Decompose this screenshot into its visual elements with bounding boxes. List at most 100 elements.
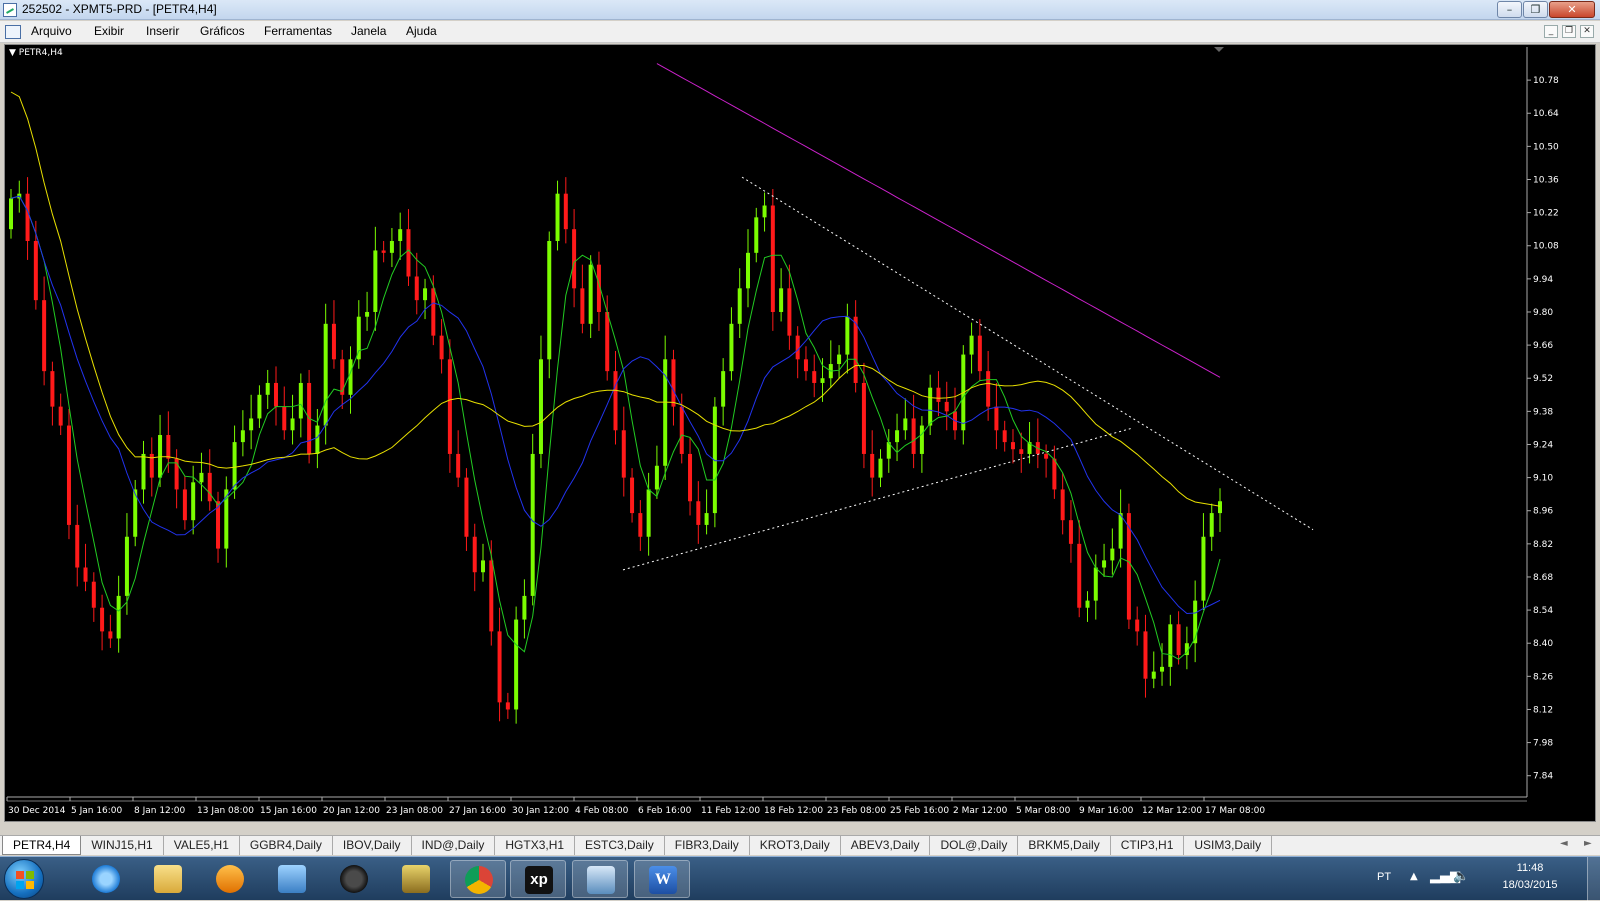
candle-body <box>1168 624 1173 667</box>
candle-body <box>273 382 278 407</box>
language-indicator[interactable]: PT <box>1377 871 1391 883</box>
candle-body <box>1085 600 1090 608</box>
price-tick-label: 9.80 <box>1533 308 1553 318</box>
chart-tab[interactable]: PETR4,H4 <box>2 836 82 855</box>
chart-tab[interactable]: VALE5,H1 <box>164 836 240 855</box>
chart-close-button[interactable]: ✕ <box>1580 25 1594 38</box>
menu-ajuda[interactable]: Ajuda <box>406 24 437 38</box>
taskbar-media-player[interactable] <box>202 860 258 898</box>
candle-body <box>514 619 519 710</box>
time-tick-label: 12 Mar 12:00 <box>1142 806 1202 816</box>
chart-tab[interactable]: ABEV3,Daily <box>841 836 931 855</box>
tab-scroll-left-icon[interactable]: ◄ <box>1560 838 1568 849</box>
candle-body <box>1010 442 1015 450</box>
taskbar-archive[interactable] <box>388 860 444 898</box>
candle-body <box>497 631 502 703</box>
chart-tab[interactable]: WINJ15,H1 <box>81 836 164 855</box>
chart-tab[interactable]: IBOV,Daily <box>333 836 412 855</box>
candle-body <box>861 382 866 454</box>
show-desktop-button[interactable] <box>1587 857 1600 901</box>
candle-body <box>588 264 593 324</box>
taskbar-metatrader[interactable] <box>572 860 628 898</box>
chart-tab[interactable]: KROT3,Daily <box>750 836 841 855</box>
time-tick-label: 25 Feb 16:00 <box>890 806 949 816</box>
chrome-icon <box>465 866 493 894</box>
metatrader-icon <box>587 866 615 894</box>
candle-body <box>373 250 378 312</box>
chart-canvas[interactable]: 10.78 10.64 10.50 10.36 10.22 10.08 9.94 9.80 9.… <box>5 45 1595 821</box>
taskbar-xp[interactable]: xp <box>510 860 566 898</box>
price-chart[interactable]: 10.78 10.64 10.50 10.36 10.22 10.08 9.94 9.80 9.… <box>4 44 1596 822</box>
menu-ferramentas[interactable]: Ferramentas <box>264 24 332 38</box>
chart-tab[interactable]: USIM3,Daily <box>1184 836 1273 855</box>
menu-bar: Arquivo Exibir Inserir Gráficos Ferramen… <box>0 21 1600 43</box>
candle-body <box>944 401 949 412</box>
candle-body <box>42 300 47 372</box>
maximize-button[interactable]: ❐ <box>1523 1 1548 18</box>
hp-icon <box>340 865 368 893</box>
clock-date[interactable]: 18/03/2015 <box>1485 879 1575 891</box>
price-tick-label: 10.36 <box>1533 175 1559 185</box>
candle-body <box>671 359 676 407</box>
menu-exibir[interactable]: Exibir <box>94 24 124 38</box>
show-hidden-icons-icon[interactable]: ▲ <box>1410 871 1418 882</box>
menu-graficos[interactable]: Gráficos <box>200 24 245 38</box>
chart-tab[interactable]: BRKM5,Daily <box>1018 836 1111 855</box>
chart-tab[interactable]: CTIP3,H1 <box>1111 836 1185 855</box>
start-button[interactable] <box>4 859 44 899</box>
minimize-button[interactable]: – <box>1497 1 1522 18</box>
candle-body <box>621 430 626 478</box>
chart-document-icon[interactable] <box>5 25 21 39</box>
chart-tab[interactable]: HGTX3,H1 <box>495 836 576 855</box>
tab-scroll-right-icon[interactable]: ► <box>1584 838 1592 849</box>
candle-body <box>456 453 461 478</box>
candle-body <box>638 513 643 537</box>
menu-arquivo[interactable]: Arquivo <box>31 24 72 38</box>
menu-inserir[interactable]: Inserir <box>146 24 179 38</box>
chart-shift-marker <box>1214 47 1224 52</box>
candle-body <box>199 472 204 483</box>
volume-icon[interactable]: 🔈 <box>1453 869 1469 884</box>
chart-tab[interactable]: ESTC3,Daily <box>575 836 665 855</box>
menu-janela[interactable]: Janela <box>351 24 386 38</box>
taskbar-chrome[interactable] <box>450 860 506 898</box>
media-player-icon <box>216 865 244 893</box>
chart-tab[interactable]: GGBR4,Daily <box>240 836 333 855</box>
price-tick-label: 9.66 <box>1533 341 1553 351</box>
price-tick-label: 10.22 <box>1533 209 1559 219</box>
candle-body <box>298 382 303 419</box>
candle-body <box>762 205 767 218</box>
time-tick-label: 20 Jan 12:00 <box>323 806 380 816</box>
candle-body <box>1068 520 1073 544</box>
chart-tab[interactable]: DOL@,Daily <box>930 836 1019 855</box>
close-button[interactable]: ✕ <box>1549 1 1595 18</box>
candle-body <box>572 229 577 289</box>
candle-body <box>315 425 320 454</box>
candle-body <box>911 418 916 454</box>
taskbar-word[interactable]: W <box>634 860 690 898</box>
clock-time[interactable]: 11:48 <box>1495 862 1565 874</box>
internet-explorer-icon <box>92 865 120 893</box>
candle-body <box>919 425 924 454</box>
chart-tab[interactable]: IND@,Daily <box>412 836 496 855</box>
candle-body <box>654 465 659 490</box>
candle-body <box>928 387 933 426</box>
xp-icon: xp <box>525 866 553 894</box>
chart-restore-button[interactable]: ❐ <box>1562 25 1576 38</box>
time-tick-label: 6 Feb 16:00 <box>638 806 692 816</box>
taskbar-windows-explorer[interactable] <box>140 860 196 898</box>
candle-body <box>124 536 129 596</box>
taskbar-network-tool[interactable] <box>264 860 320 898</box>
candle-body <box>182 489 187 521</box>
chart-minimize-button[interactable]: _ <box>1544 25 1558 38</box>
resistance-trendline <box>741 176 1314 531</box>
taskbar-hp[interactable] <box>326 860 382 898</box>
candle-body <box>729 323 734 372</box>
candle-body <box>1135 619 1140 632</box>
candle-body <box>1118 513 1123 549</box>
candle-body <box>83 567 88 582</box>
chart-tab[interactable]: FIBR3,Daily <box>665 836 750 855</box>
time-tick-label: 18 Feb 12:00 <box>764 806 823 816</box>
taskbar-internet-explorer[interactable] <box>78 860 134 898</box>
candle-body <box>787 288 792 336</box>
